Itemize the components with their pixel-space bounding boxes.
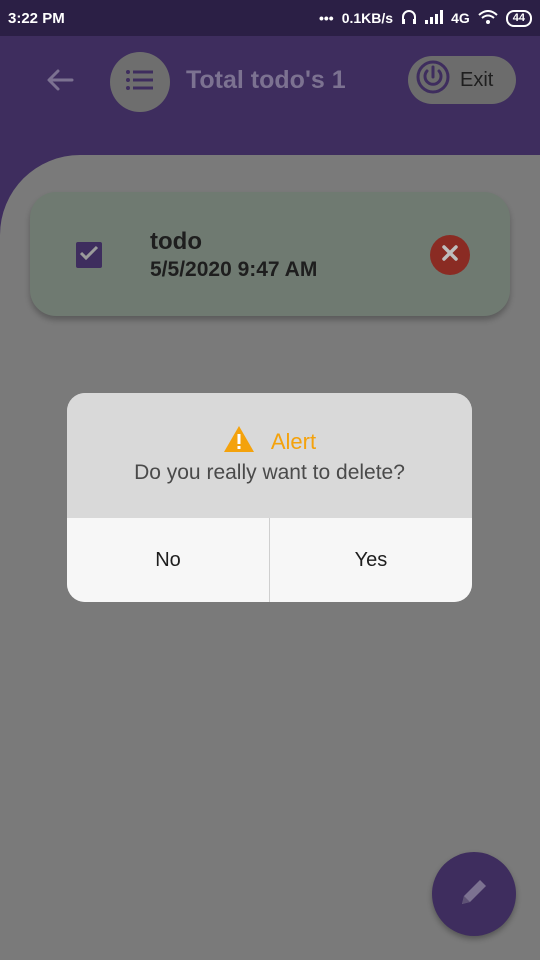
status-icons: ••• 0.1KB/s 4G 44 bbox=[319, 9, 532, 28]
wifi-icon bbox=[478, 9, 498, 27]
warning-icon bbox=[223, 425, 255, 458]
network-speed: 0.1KB/s bbox=[341, 10, 394, 26]
network-type: 4G bbox=[451, 10, 470, 26]
todo-checkbox[interactable] bbox=[76, 242, 102, 268]
edit-fab-button[interactable] bbox=[432, 852, 516, 936]
dialog-header: Alert Do you really want to delete? bbox=[67, 393, 472, 518]
alert-title-row: Alert bbox=[67, 425, 472, 458]
headphones-icon bbox=[401, 9, 417, 28]
todo-date: 5/5/2020 9:47 AM bbox=[150, 258, 318, 281]
exit-button[interactable]: Exit bbox=[408, 56, 516, 104]
dialog-message: Do you really want to delete? bbox=[134, 461, 405, 484]
dialog-actions: No Yes bbox=[67, 518, 472, 602]
alert-dialog: Alert Do you really want to delete? No Y… bbox=[67, 393, 472, 602]
list-icon bbox=[125, 68, 155, 97]
status-time: 3:22 PM bbox=[8, 9, 65, 27]
yes-button[interactable]: Yes bbox=[270, 518, 472, 602]
battery-icon: 44 bbox=[505, 9, 532, 27]
pencil-icon bbox=[456, 874, 492, 915]
power-icon bbox=[416, 60, 450, 100]
more-dots-icon: ••• bbox=[318, 10, 334, 26]
check-icon bbox=[79, 245, 99, 266]
dialog-title: Alert bbox=[270, 428, 317, 454]
close-icon bbox=[440, 243, 460, 268]
exit-label: Exit bbox=[460, 68, 494, 91]
arrow-left-icon bbox=[46, 68, 74, 97]
app-bar: Total todo's 1 Exit bbox=[0, 36, 540, 156]
back-button[interactable] bbox=[40, 62, 80, 102]
no-button[interactable]: No bbox=[67, 518, 269, 602]
menu-button[interactable] bbox=[110, 52, 170, 112]
todo-card[interactable]: todo 5/5/2020 9:47 AM bbox=[30, 192, 510, 316]
signal-icon bbox=[425, 9, 444, 27]
delete-button[interactable] bbox=[430, 235, 470, 275]
status-bar: 3:22 PM ••• 0.1KB/s 4G 44 bbox=[0, 0, 540, 36]
page-title: Total todo's 1 bbox=[186, 66, 346, 94]
todo-title: todo bbox=[150, 228, 202, 255]
